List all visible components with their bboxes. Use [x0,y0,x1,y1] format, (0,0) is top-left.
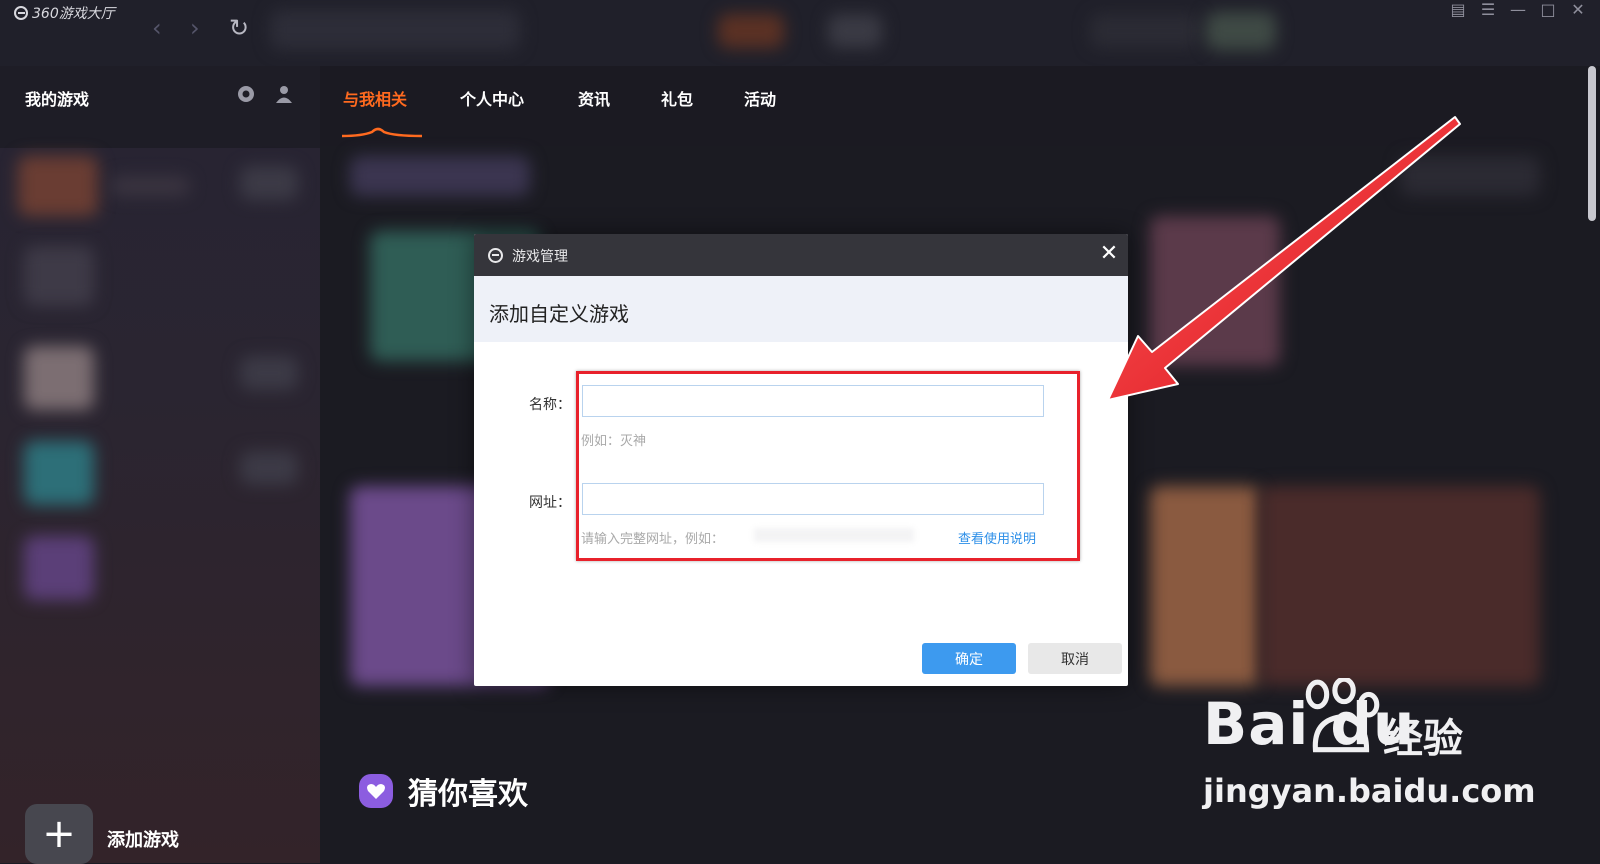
watermark-url: jingyan.baidu.com [1203,772,1536,810]
watermark-suffix: 经验 [1383,716,1463,762]
baidu-watermark: Bai du 经验 jingyan.baidu.com [1203,672,1536,822]
